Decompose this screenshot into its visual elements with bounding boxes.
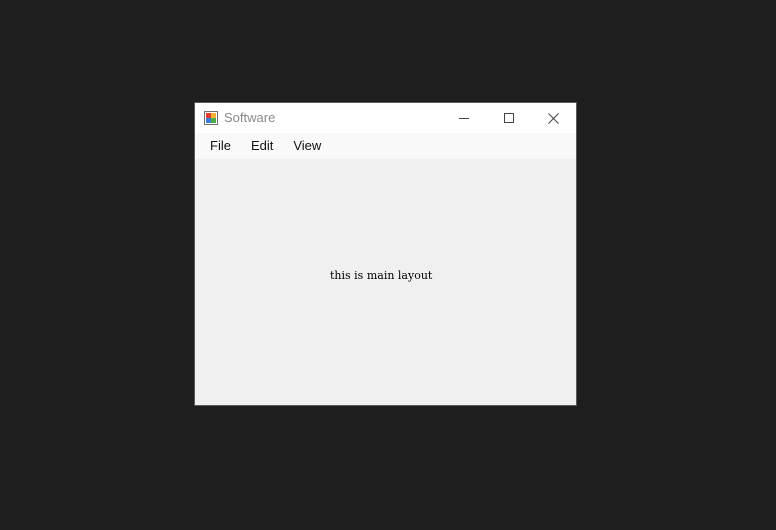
minimize-button[interactable] <box>441 103 486 133</box>
maximize-button[interactable] <box>486 103 531 133</box>
app-icon <box>204 111 218 125</box>
main-layout: this is main layout <box>195 159 576 405</box>
menu-file[interactable]: File <box>202 135 239 157</box>
close-icon <box>548 112 559 124</box>
menu-bar: File Edit View <box>195 133 576 159</box>
menu-view[interactable]: View <box>285 135 329 157</box>
minimize-icon <box>458 118 469 119</box>
desktop-background: Software File Edit View this is main lay… <box>0 0 776 530</box>
maximize-icon <box>503 113 514 123</box>
menu-edit[interactable]: Edit <box>243 135 281 157</box>
app-window: Software File Edit View this is main lay… <box>194 102 577 406</box>
window-title: Software <box>224 110 276 125</box>
close-button[interactable] <box>531 103 576 133</box>
main-layout-label: this is main layout <box>330 269 433 282</box>
title-bar[interactable]: Software <box>195 103 576 133</box>
